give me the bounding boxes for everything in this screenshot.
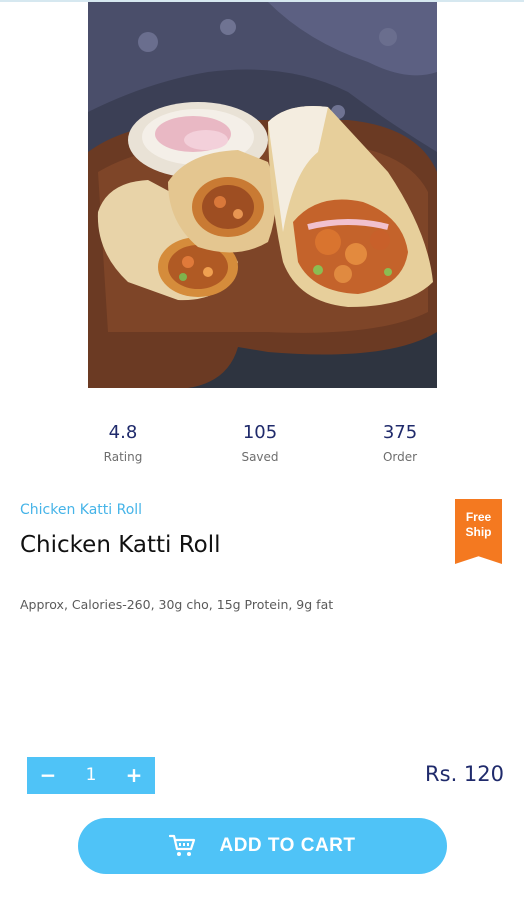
stat-order: 375 Order [340, 420, 460, 466]
food-photo-illustration [88, 2, 437, 388]
stat-saved-label: Saved [241, 450, 279, 464]
product-title: Chicken Katti Roll [20, 532, 221, 558]
add-to-cart-button[interactable]: ADD TO CART [78, 818, 447, 874]
free-ship-line1: Free [465, 510, 492, 524]
stat-saved-value: 105 [242, 422, 278, 443]
increase-quantity-button[interactable]: + [113, 757, 155, 794]
stat-order-value: 375 [382, 422, 418, 443]
stat-order-label: Order [382, 450, 418, 464]
product-subtitle: Chicken Katti Roll [20, 502, 143, 518]
add-to-cart-label: ADD TO CART [219, 835, 356, 856]
product-description: Approx, Calories-260, 30g cho, 15g Prote… [20, 597, 334, 612]
product-image [88, 2, 437, 388]
stat-rating-value: 4.8 [108, 422, 138, 443]
free-ship-badge: Free Ship [455, 499, 502, 564]
product-price: Rs. 120 [425, 762, 504, 786]
free-ship-line2: Ship [465, 525, 492, 539]
stat-saved: 105 Saved [200, 420, 320, 466]
decrease-quantity-button[interactable]: − [27, 757, 69, 794]
quantity-stepper: − 1 + [27, 757, 155, 794]
stat-rating: 4.8 Rating [63, 420, 183, 466]
stat-rating-label: Rating [103, 450, 143, 464]
quantity-value: 1 [85, 765, 97, 785]
cart-icon [169, 834, 197, 858]
